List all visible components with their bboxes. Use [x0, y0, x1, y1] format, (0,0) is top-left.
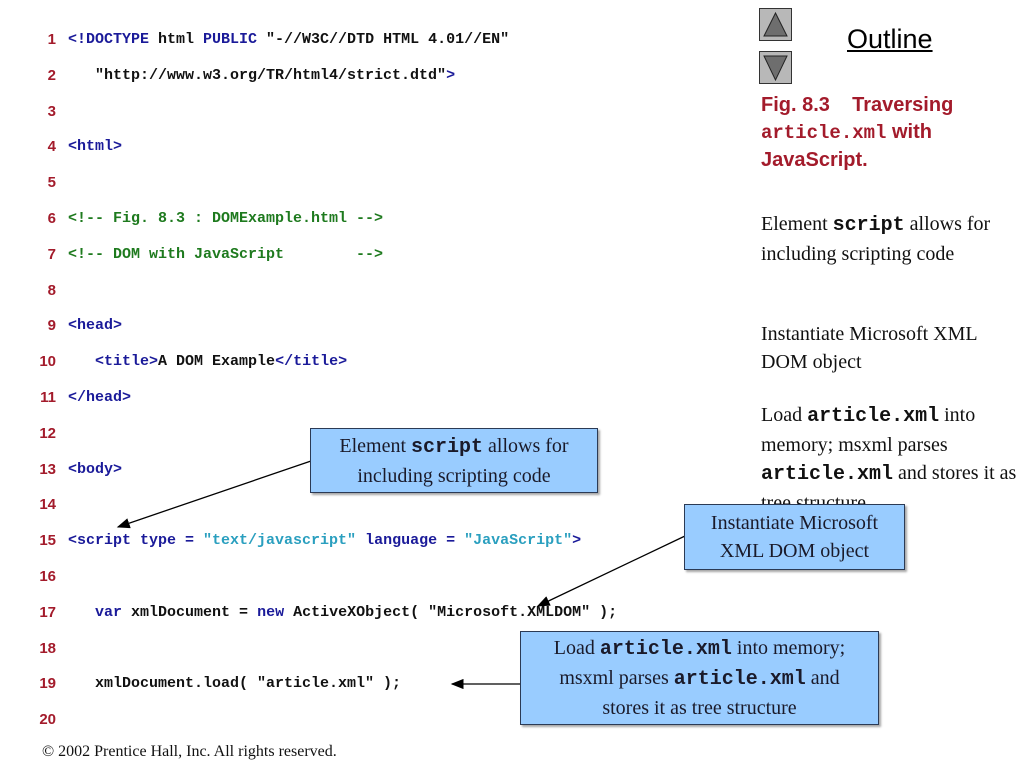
- code-token: PUBLIC: [203, 31, 258, 48]
- figure-title-suffix: JavaScript.: [761, 149, 868, 171]
- line-number: 17: [39, 603, 56, 621]
- code-token: <head>: [68, 317, 123, 335]
- code-token: <!-- DOM with JavaScript -->: [68, 245, 384, 263]
- note-code: script: [832, 214, 905, 237]
- callout-activex: Instantiate Microsoft XML DOM object: [684, 504, 905, 570]
- code-text: <body>: [68, 460, 122, 480]
- note-text: Instantiate Microsoft XML DOM object: [761, 323, 977, 373]
- code-token: <!DOCTYPE: [68, 31, 150, 48]
- copyright-footer: © 2002 Prentice Hall, Inc. All rights re…: [42, 743, 337, 760]
- line-number: 11: [40, 389, 56, 406]
- code-token: <html>: [68, 138, 123, 156]
- callout-text: msxml parses: [559, 667, 674, 689]
- code-token: html: [149, 31, 204, 48]
- side-note-script: Element script allows for including scri…: [761, 210, 1021, 268]
- callout-text: Element: [339, 434, 412, 457]
- code-token: xmlDocument.load( "article.xml" );: [68, 675, 402, 693]
- code-text: <script type = "text/javascript" languag…: [68, 531, 581, 551]
- code-token: language =: [356, 532, 465, 550]
- note-code: article.xml: [761, 463, 894, 486]
- line-number: 14: [39, 496, 56, 514]
- next-slide-button[interactable]: [759, 51, 792, 84]
- arrow-script: [116, 460, 312, 529]
- triangle-down-icon: [763, 55, 788, 82]
- note-text: Element: [761, 213, 833, 235]
- line-number: 12: [39, 424, 56, 442]
- code-text: xmlDocument.load( "article.xml" );: [68, 674, 401, 694]
- code-text: var xmlDocument = new ActiveXObject( "Mi…: [68, 603, 617, 623]
- code-text: <!-- Fig. 8.3 : DOMExample.html -->: [68, 209, 383, 229]
- callout-text: XML DOM object: [719, 540, 870, 562]
- note-code: article.xml: [807, 405, 940, 428]
- line-number: 19: [39, 675, 56, 693]
- previous-slide-button[interactable]: [759, 8, 792, 41]
- callout-text: including scripting code: [357, 464, 551, 487]
- callout-text: stores it as tree structure: [602, 697, 797, 719]
- figure-title-prefix: Fig. 8.3 Traversing: [761, 94, 954, 116]
- code-token: <title>: [95, 353, 159, 371]
- code-text: <html>: [68, 137, 122, 157]
- line-number: 7: [47, 245, 56, 263]
- code-token: new: [257, 603, 285, 621]
- line-number: 5: [47, 174, 56, 192]
- line-number: 6: [47, 210, 56, 227]
- code-token: >: [572, 532, 582, 550]
- line-number: 4: [47, 138, 56, 156]
- code-text: <!-- DOM with JavaScript -->: [68, 245, 383, 265]
- code-text: <head>: [68, 316, 122, 336]
- code-token: "JavaScript": [464, 532, 573, 550]
- side-note-activex: Instantiate Microsoft XML DOM object: [761, 320, 1021, 376]
- line-number: 15: [39, 532, 56, 550]
- code-token: var: [95, 603, 123, 621]
- code-token: A DOM Example: [158, 353, 276, 371]
- code-token: "text/javascript": [203, 532, 357, 550]
- code-text: <!DOCTYPE html PUBLIC "-//W3C//DTD HTML …: [68, 30, 509, 50]
- callout-text: into memory;: [731, 637, 846, 659]
- line-number: 20: [39, 711, 56, 729]
- line-number: 3: [47, 102, 56, 120]
- callout-load: Load article.xml into memory; msxml pars…: [520, 631, 879, 725]
- code-token: ActiveXObject( "Microsoft.XMLDOM" );: [284, 603, 618, 621]
- code-token: >: [446, 66, 456, 84]
- line-number: 8: [47, 281, 56, 299]
- callout-text: allows for: [483, 434, 569, 457]
- line-number: 10: [39, 353, 56, 371]
- callout-text: Instantiate Microsoft: [710, 512, 879, 534]
- code-token: <body>: [68, 460, 123, 478]
- callout-script: Element script allows for including scri…: [310, 428, 598, 493]
- callout-code: script: [411, 435, 484, 459]
- callout-text: Load: [553, 637, 600, 659]
- code-token: <!-- Fig. 8.3 : DOMExample.html -->: [68, 210, 384, 227]
- figure-title: Fig. 8.3 Traversing article.xml with Jav…: [761, 92, 1011, 174]
- code-text: </head>: [68, 388, 131, 408]
- side-note-load: Load article.xml into memory; msxml pars…: [761, 401, 1021, 517]
- code-text: <title>A DOM Example</title>: [68, 352, 347, 372]
- code-text: "http://www.w3.org/TR/html4/strict.dtd">: [68, 66, 455, 86]
- code-token: </head>: [68, 389, 132, 406]
- line-number: 2: [47, 66, 56, 84]
- outline-link[interactable]: Outline: [847, 24, 933, 55]
- code-token: xmlDocument =: [122, 603, 258, 621]
- code-token: "-//W3C//DTD HTML 4.01//EN": [257, 31, 510, 48]
- callout-code: article.xml: [673, 668, 806, 691]
- line-number: 9: [47, 317, 56, 335]
- code-token: <script type =: [68, 532, 204, 550]
- note-text: Load: [761, 404, 808, 426]
- code-token: "http://www.w3.org/TR/html4/strict.dtd": [68, 66, 447, 84]
- line-number: 16: [39, 568, 56, 585]
- triangle-up-icon: [763, 11, 788, 37]
- callout-code: article.xml: [599, 638, 732, 661]
- figure-title-filename: article.xml: [761, 122, 887, 144]
- line-number: 13: [39, 460, 56, 478]
- line-number: 18: [39, 639, 56, 657]
- code-token: </title>: [275, 353, 348, 371]
- callout-text: and: [805, 667, 840, 689]
- line-number: 1: [47, 31, 56, 48]
- figure-title-with: with: [886, 121, 932, 143]
